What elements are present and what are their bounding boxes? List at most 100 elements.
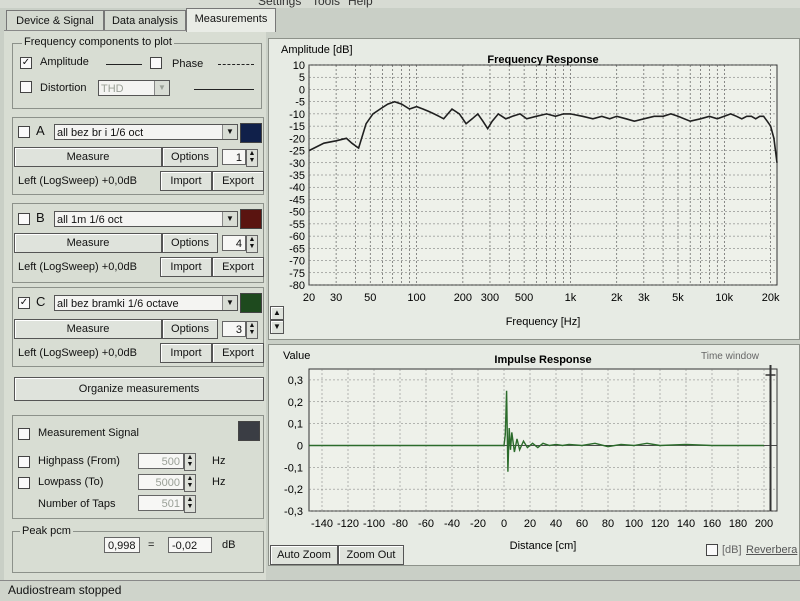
y-axis-label: Amplitude [dB] bbox=[281, 44, 353, 56]
taps-input[interactable]: 501 bbox=[138, 495, 184, 511]
measurement-b-import-button[interactable]: Import bbox=[160, 257, 212, 277]
measurement-c-count[interactable]: 3 bbox=[222, 321, 246, 337]
taps-stepper[interactable]: ▲ ▼ bbox=[184, 495, 196, 513]
measurement-b-count[interactable]: 4 bbox=[222, 235, 246, 251]
auto-zoom-button[interactable]: Auto Zoom bbox=[270, 545, 338, 565]
measurement-b-stepper[interactable]: ▲ ▼ bbox=[246, 235, 258, 253]
scroll-down-button[interactable]: ▼ bbox=[270, 320, 284, 334]
amplitude-line-style bbox=[106, 64, 142, 65]
y-tick-label: -5 bbox=[295, 97, 305, 109]
highpass-unit: Hz bbox=[212, 455, 226, 467]
organize-measurements-button[interactable]: Organize measurements bbox=[14, 377, 264, 401]
taps-label: Number of Taps bbox=[38, 498, 116, 510]
measurement-signal-color[interactable] bbox=[238, 421, 260, 441]
measurement-a-name-select[interactable]: all bez br i 1/6 oct ▼ bbox=[54, 124, 238, 140]
measurement-c-import-button[interactable]: Import bbox=[160, 343, 212, 363]
lowpass-unit: Hz bbox=[212, 476, 226, 488]
scroll-up-button[interactable]: ▲ bbox=[270, 306, 284, 320]
measurement-a-count[interactable]: 1 bbox=[222, 149, 246, 165]
x-tick-label: 300 bbox=[481, 292, 499, 304]
y-tick-label: -0,3 bbox=[284, 506, 303, 518]
chevron-down-icon: ▼ bbox=[154, 81, 169, 95]
y-tick-label: -40 bbox=[289, 182, 305, 194]
measurement-a-measure-button[interactable]: Measure bbox=[14, 147, 162, 167]
y-tick-label: -75 bbox=[289, 268, 305, 280]
highpass-stepper[interactable]: ▲ ▼ bbox=[184, 453, 196, 471]
measurement-c-options-button[interactable]: Options bbox=[162, 319, 218, 339]
measurement-c-export-button[interactable]: Export bbox=[212, 343, 264, 363]
measurement-b-name: all 1m 1/6 oct bbox=[57, 214, 123, 226]
x-tick-label: -140 bbox=[311, 518, 333, 530]
highpass-checkbox[interactable] bbox=[18, 456, 30, 468]
measurement-b-color[interactable] bbox=[240, 209, 262, 229]
measurement-b-letter: B bbox=[36, 210, 45, 225]
x-tick-label: 120 bbox=[651, 518, 669, 530]
left-panel: Frequency components to plot ✓ Amplitude… bbox=[4, 30, 266, 589]
y-tick-label: -15 bbox=[289, 121, 305, 133]
y-tick-label: -25 bbox=[289, 146, 305, 158]
y-tick-label: -70 bbox=[289, 256, 305, 268]
phase-line-style bbox=[218, 64, 254, 65]
distortion-select[interactable]: THD ▼ bbox=[98, 80, 170, 96]
measurement-a-options-button[interactable]: Options bbox=[162, 147, 218, 167]
measurement-c-stepper[interactable]: ▲ ▼ bbox=[246, 321, 258, 339]
measurement-a-checkbox[interactable] bbox=[18, 126, 30, 138]
x-tick-label: -20 bbox=[470, 518, 486, 530]
lowpass-stepper[interactable]: ▲ ▼ bbox=[184, 474, 196, 492]
zoom-out-button[interactable]: Zoom Out bbox=[338, 545, 404, 565]
y-tick-label: 0,1 bbox=[288, 419, 303, 431]
measurement-c-measure-button[interactable]: Measure bbox=[14, 319, 162, 339]
measurement-c-name: all bez bramki 1/6 octave bbox=[57, 298, 179, 310]
distortion-value: THD bbox=[101, 83, 124, 95]
measurement-c-name-select[interactable]: all bez bramki 1/6 octave ▼ bbox=[54, 295, 238, 311]
y-tick-label: 0 bbox=[297, 440, 303, 452]
measurement-c-source: Left (LogSweep) +0,0dB bbox=[18, 347, 137, 359]
reverberation-label[interactable]: Reverbera bbox=[746, 544, 797, 556]
y-tick-label: -60 bbox=[289, 231, 305, 243]
y-tick-label: -35 bbox=[289, 170, 305, 182]
tab-measurements[interactable]: Measurements bbox=[186, 8, 276, 32]
x-tick-label: 1k bbox=[565, 292, 577, 304]
lowpass-input[interactable]: 5000 bbox=[138, 474, 184, 490]
x-tick-label: 5k bbox=[672, 292, 684, 304]
measurement-b-name-select[interactable]: all 1m 1/6 oct ▼ bbox=[54, 211, 238, 227]
menu-settings[interactable]: Settings bbox=[258, 0, 301, 8]
db-checkbox[interactable] bbox=[706, 544, 718, 556]
tab-data-analysis[interactable]: Data analysis bbox=[104, 10, 186, 31]
y-tick-label: -10 bbox=[289, 109, 305, 121]
measurement-a-color[interactable] bbox=[240, 123, 262, 143]
db-label: [dB] bbox=[722, 544, 742, 556]
measurement-b-export-button[interactable]: Export bbox=[212, 257, 264, 277]
y-axis-label: Value bbox=[283, 350, 310, 362]
x-tick-label: 80 bbox=[602, 518, 614, 530]
y-tick-label: -0,1 bbox=[284, 462, 303, 474]
x-tick-label: 200 bbox=[454, 292, 472, 304]
y-tick-label: 0,2 bbox=[288, 397, 303, 409]
x-tick-label: 2k bbox=[611, 292, 623, 304]
x-tick-label: 10k bbox=[715, 292, 733, 304]
measurement-b-options-button[interactable]: Options bbox=[162, 233, 218, 253]
highpass-input[interactable]: 500 bbox=[138, 453, 184, 469]
y-tick-label: 5 bbox=[299, 72, 305, 84]
y-tick-label: 0 bbox=[299, 84, 305, 96]
measurement-a-export-button[interactable]: Export bbox=[212, 171, 264, 191]
x-tick-label: 20 bbox=[524, 518, 536, 530]
measurement-c-checkbox[interactable]: ✓ bbox=[18, 297, 30, 309]
x-tick-label: 200 bbox=[755, 518, 773, 530]
y-tick-label: 10 bbox=[293, 60, 305, 72]
tab-device-signal[interactable]: Device & Signal bbox=[6, 10, 104, 31]
measurement-a-import-button[interactable]: Import bbox=[160, 171, 212, 191]
phase-checkbox[interactable] bbox=[150, 57, 162, 69]
distortion-checkbox[interactable] bbox=[20, 81, 32, 93]
x-tick-label: -60 bbox=[418, 518, 434, 530]
measurement-b-measure-button[interactable]: Measure bbox=[14, 233, 162, 253]
measurement-b-checkbox[interactable] bbox=[18, 213, 30, 225]
amplitude-checkbox[interactable]: ✓ bbox=[20, 57, 32, 69]
measurement-c-color[interactable] bbox=[240, 293, 262, 313]
measurement-a-stepper[interactable]: ▲ ▼ bbox=[246, 149, 258, 167]
menu-tools[interactable]: Tools bbox=[312, 0, 340, 8]
impulse-response-panel: -140 -120 -100 -80 -60 -40 -20 0 20 40 60 80 100 120 1… bbox=[268, 344, 800, 566]
menu-help[interactable]: Help bbox=[348, 0, 373, 8]
lowpass-checkbox[interactable] bbox=[18, 477, 30, 489]
measurement-signal-checkbox[interactable] bbox=[18, 428, 30, 440]
